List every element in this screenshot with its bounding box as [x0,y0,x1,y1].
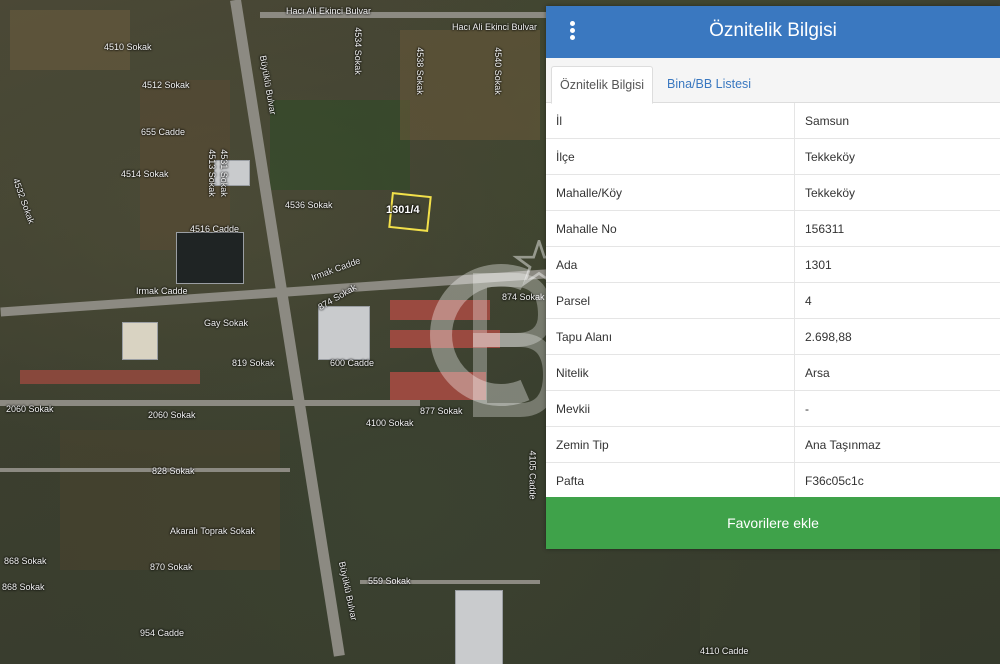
map-field [270,100,410,190]
street-label: 4516 Cadde [190,224,240,234]
attribute-value: 4 [794,282,1000,319]
street-label: 4540 Sokak [492,47,503,95]
attribute-key: Mevkii [546,390,795,427]
street-label: 954 Cadde [140,628,185,638]
tab-attribute-info[interactable]: Öznitelik Bilgisi [551,66,654,104]
street-label: 4105 Cadde [527,450,538,500]
street-label: 559 Sokak [368,576,411,586]
attribute-table: İl Samsun İlçe Tekkeköy Mahalle/Köy Tekkeköy M… [546,103,1000,499]
street-label: 2060 Sokak [6,404,54,414]
street-label: 870 Sokak [150,562,193,572]
street-label: 4534 Sokak [352,27,363,75]
road [0,400,420,406]
attribute-key: Ada [546,246,795,283]
attribute-key: Mahalle/Köy [546,174,795,211]
street-label: 868 Sokak [2,582,45,592]
panel-tabs: Öznitelik Bilgisi Bina/BB Listesi [546,58,1000,104]
attribute-value: - [794,390,1000,427]
street-label: 4110 Cadde [700,646,749,656]
street-label: 4531 Sokak [218,149,229,197]
table-row: Mevkii - [546,390,1000,427]
street-label: 868 Sokak [4,556,47,566]
street-label: 4538 Sokak [414,47,425,95]
street-label: 828 Sokak [152,466,195,476]
street-label: Irmak Cadde [136,286,188,296]
street-label: 4513 Sokak [206,149,217,197]
building [455,590,503,664]
building [176,232,244,284]
parcel-label: 1301/4 [386,204,420,216]
attribute-value: Tekkeköy [794,174,1000,211]
street-label: 819 Sokak [232,358,275,368]
street-label: 4510 Sokak [104,42,152,52]
table-row: Zemin Tip Ana Taşınmaz [546,426,1000,463]
table-row: Pafta F36c05c1c [546,462,1000,499]
attribute-key: İl [546,103,795,139]
table-row: İl Samsun [546,103,1000,139]
attribute-info-panel: Öznitelik Bilgisi Öznitelik Bilgisi Bina… [546,6,1000,549]
attribute-key: Zemin Tip [546,426,795,463]
attribute-key: Mahalle No [546,210,795,247]
watermark-logo [430,240,555,417]
building [318,306,370,360]
street-label: Hacı Ali Ekinci Bulvar [286,6,372,16]
street-label: 600 Cadde [330,358,375,368]
map-field [60,430,280,570]
attribute-value: Samsun [794,103,1000,139]
attribute-value: Arsa [794,354,1000,391]
attribute-value: 1301 [794,246,1000,283]
street-label: Büyüklü Bulvar [336,560,360,622]
table-row: Mahalle No 156311 [546,210,1000,247]
attribute-key: İlçe [546,138,795,175]
street-label: 655 Cadde [141,127,186,137]
tab-building-list[interactable]: Bina/BB Listesi [659,66,759,102]
table-row: İlçe Tekkeköy [546,138,1000,175]
add-to-favorites-button[interactable]: Favorilere ekle [546,497,1000,549]
table-row: Mahalle/Köy Tekkeköy [546,174,1000,211]
table-row: Tapu Alanı 2.698,88 [546,318,1000,355]
panel-header: Öznitelik Bilgisi [546,6,1000,58]
attribute-key: Parsel [546,282,795,319]
street-label: 4512 Sokak [142,80,190,90]
attribute-value: 2.698,88 [794,318,1000,355]
street-label: Hacı Ali Ekinci Bulvar [452,22,538,32]
road [0,468,290,472]
attribute-value: Ana Taşınmaz [794,426,1000,463]
attribute-key: Nitelik [546,354,795,391]
street-label: 4532 Sokak [10,176,37,226]
attribute-value: 156311 [794,210,1000,247]
street-label: 4514 Sokak [121,169,169,179]
attribute-key: Tapu Alanı [546,318,795,355]
street-label: Akaralı Toprak Sokak [170,526,255,536]
attribute-value: Tekkeköy [794,138,1000,175]
map-field [10,10,130,70]
street-label: 2060 Sokak [148,410,196,420]
street-label: Gay Sokak [204,318,249,328]
street-label: Büyüklü Bulvar [257,54,279,116]
table-row: Ada 1301 [546,246,1000,283]
street-label: 4536 Sokak [285,200,333,210]
table-row: Nitelik Arsa [546,354,1000,391]
building [122,322,158,360]
attribute-key: Pafta [546,462,795,499]
attribute-value: F36c05c1c [794,462,1000,499]
street-label: Irmak Cadde [309,255,362,283]
building-roof [20,370,200,384]
table-row: Parsel 4 [546,282,1000,319]
panel-title: Öznitelik Bilgisi [709,20,837,41]
